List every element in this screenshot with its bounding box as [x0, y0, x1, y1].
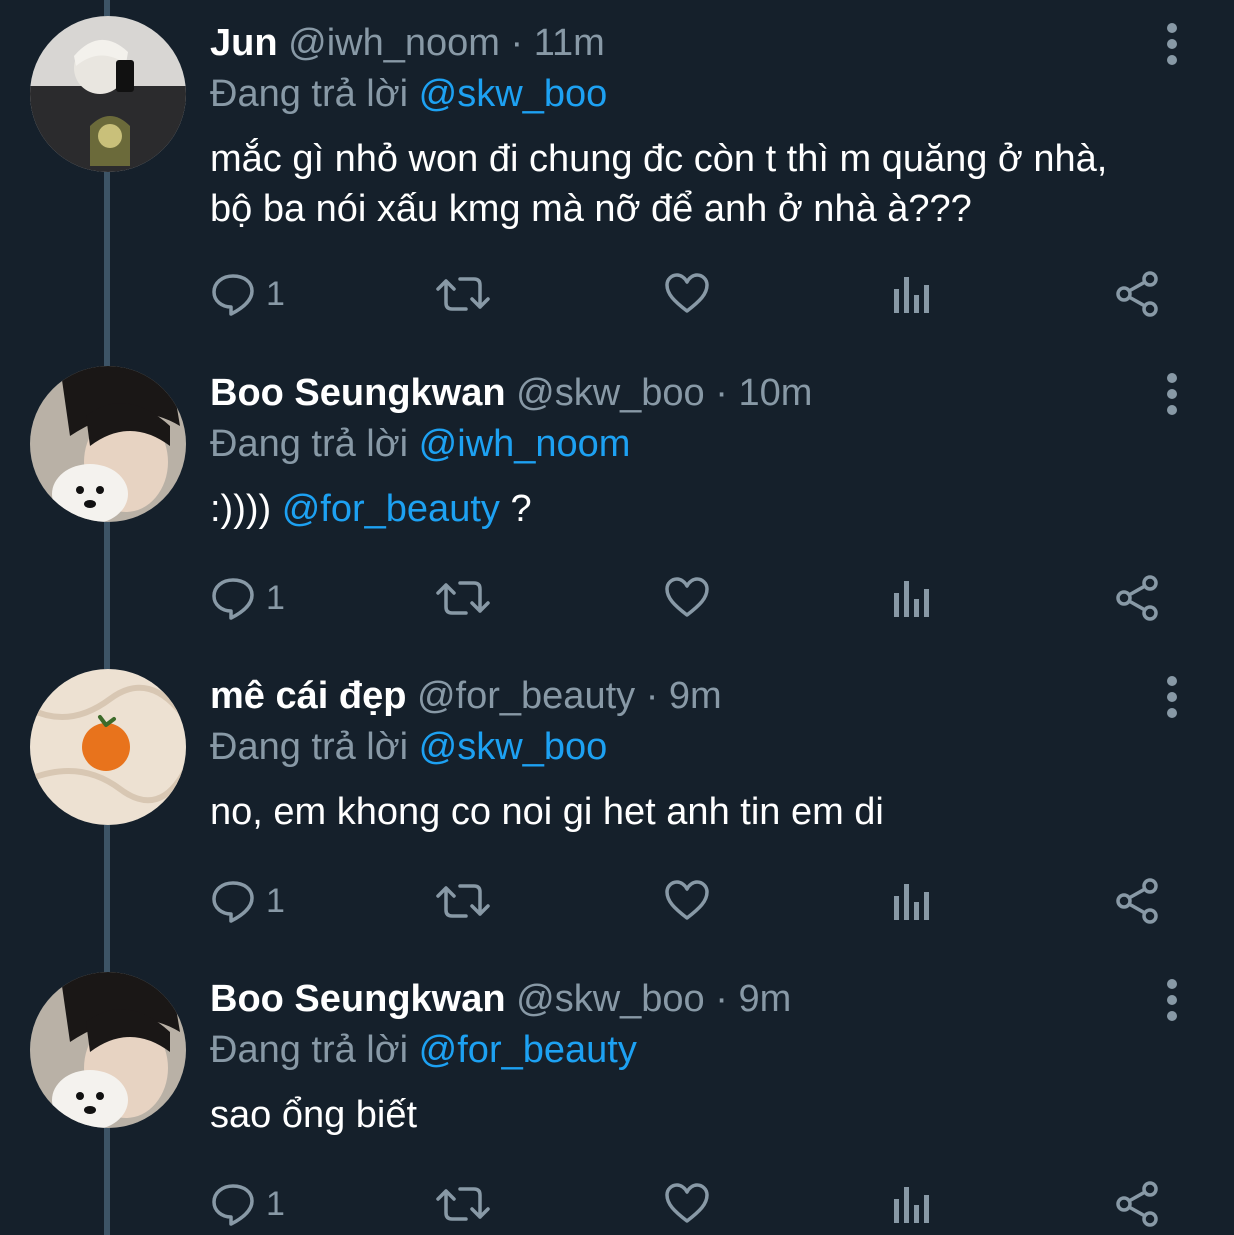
display-name[interactable]: Boo Seungkwan: [210, 978, 506, 1020]
share-icon: [1114, 575, 1160, 621]
replying-to: Đang trả lời @for_beauty: [210, 1026, 637, 1074]
tweet[interactable]: Boo Seungkwan @skw_boo · 10m Đang trả lờ…: [0, 350, 1234, 650]
user-handle[interactable]: @iwh_noom: [288, 22, 500, 64]
retweet-icon: [436, 271, 490, 317]
replying-to-mention[interactable]: @iwh_noom: [419, 423, 631, 465]
like-button[interactable]: [664, 873, 710, 929]
stats-button[interactable]: [892, 873, 932, 929]
tweet-text: mắc gì nhỏ won đi chung đc còn t thì m q…: [210, 138, 1108, 230]
like-icon: [664, 1181, 710, 1227]
tweet-actions: 1: [210, 266, 1170, 322]
stats-icon: [892, 271, 932, 317]
replying-to: Đang trả lời @iwh_noom: [210, 420, 630, 468]
display-name[interactable]: Boo Seungkwan: [210, 372, 506, 414]
reply-count: 1: [266, 881, 285, 920]
tweet-text: :)))) @for_beauty ?: [210, 484, 1150, 534]
retweet-icon: [436, 878, 490, 924]
stats-button[interactable]: [892, 266, 932, 322]
replying-prefix: Đang trả lời: [210, 1029, 409, 1071]
more-options-icon[interactable]: [1160, 22, 1184, 66]
share-button[interactable]: [1114, 1176, 1160, 1232]
replying-to-mention[interactable]: @skw_boo: [419, 73, 608, 115]
timestamp[interactable]: 9m: [738, 978, 791, 1020]
share-icon: [1114, 878, 1160, 924]
replying-to: Đang trả lời @skw_boo: [210, 723, 607, 771]
more-options-icon[interactable]: [1160, 372, 1184, 416]
retweet-icon: [436, 1181, 490, 1227]
tweet-header: Boo Seungkwan @skw_boo · 9m: [210, 976, 791, 1022]
tweet-header: Boo Seungkwan @skw_boo · 10m: [210, 370, 812, 416]
tweet-header: mê cái đẹp @for_beauty · 9m: [210, 673, 722, 719]
replying-prefix: Đang trả lời: [210, 73, 409, 115]
share-button[interactable]: [1114, 570, 1160, 626]
reply-icon: [210, 1181, 256, 1227]
like-button[interactable]: [664, 1176, 710, 1232]
more-options-icon[interactable]: [1160, 675, 1184, 719]
tweet-mention[interactable]: @for_beauty: [282, 488, 500, 530]
replying-to: Đang trả lời @skw_boo: [210, 70, 607, 118]
avatar[interactable]: [30, 366, 186, 522]
separator-dot: ·: [645, 675, 659, 717]
timestamp[interactable]: 9m: [669, 675, 722, 717]
reply-icon: [210, 878, 256, 924]
tweet-text-part: ?: [499, 488, 532, 530]
separator-dot: ·: [510, 22, 524, 64]
user-handle[interactable]: @skw_boo: [516, 372, 705, 414]
display-name[interactable]: mê cái đẹp: [210, 675, 406, 717]
tweet-actions: 1: [210, 1176, 1170, 1232]
share-button[interactable]: [1114, 873, 1160, 929]
timestamp[interactable]: 11m: [534, 22, 605, 64]
more-options-icon[interactable]: [1160, 978, 1184, 1022]
like-icon: [664, 271, 710, 317]
tweet-text: no, em khong co noi gi het anh tin em di: [210, 791, 884, 833]
reply-count: 1: [266, 578, 285, 617]
share-icon: [1114, 1181, 1160, 1227]
reply-button[interactable]: 1: [210, 570, 285, 626]
like-button[interactable]: [664, 266, 710, 322]
like-icon: [664, 575, 710, 621]
replying-prefix: Đang trả lời: [210, 726, 409, 768]
tweet-actions: 1: [210, 873, 1170, 929]
retweet-button[interactable]: [436, 873, 490, 929]
separator-dot: ·: [715, 372, 728, 414]
reply-icon: [210, 271, 256, 317]
reply-count: 1: [266, 274, 285, 313]
tweet-text-part: :)))): [210, 488, 282, 530]
stats-icon: [892, 575, 932, 621]
display-name[interactable]: Jun: [210, 22, 278, 64]
avatar[interactable]: [30, 972, 186, 1128]
avatar[interactable]: [30, 16, 186, 172]
share-icon: [1114, 271, 1160, 317]
reply-button[interactable]: 1: [210, 1176, 285, 1232]
stats-icon: [892, 878, 932, 924]
stats-icon: [892, 1181, 932, 1227]
avatar[interactable]: [30, 669, 186, 825]
stats-button[interactable]: [892, 1176, 932, 1232]
separator-dot: ·: [715, 978, 728, 1020]
retweet-icon: [436, 575, 490, 621]
timestamp[interactable]: 10m: [738, 372, 812, 414]
reply-button[interactable]: 1: [210, 873, 285, 929]
replying-to-mention[interactable]: @for_beauty: [419, 1029, 637, 1071]
tweet-text: sao ổng biết: [210, 1094, 418, 1136]
tweet-actions: 1: [210, 570, 1170, 626]
tweet[interactable]: Boo Seungkwan @skw_boo · 9m Đang trả lời…: [0, 956, 1234, 1235]
tweet-header: Jun @iwh_noom · 11m: [210, 20, 605, 66]
tweet[interactable]: mê cái đẹp @for_beauty · 9m Đang trả lời…: [0, 653, 1234, 953]
retweet-button[interactable]: [436, 1176, 490, 1232]
replying-to-mention[interactable]: @skw_boo: [419, 726, 608, 768]
user-handle[interactable]: @for_beauty: [417, 675, 635, 717]
user-handle[interactable]: @skw_boo: [516, 978, 705, 1020]
retweet-button[interactable]: [436, 266, 490, 322]
share-button[interactable]: [1114, 266, 1160, 322]
stats-button[interactable]: [892, 570, 932, 626]
like-button[interactable]: [664, 570, 710, 626]
replying-prefix: Đang trả lời: [210, 423, 409, 465]
retweet-button[interactable]: [436, 570, 490, 626]
reply-button[interactable]: 1: [210, 266, 285, 322]
reply-count: 1: [266, 1184, 285, 1223]
reply-icon: [210, 575, 256, 621]
like-icon: [664, 878, 710, 924]
tweet[interactable]: Jun @iwh_noom · 11m Đang trả lời @skw_bo…: [0, 0, 1234, 330]
